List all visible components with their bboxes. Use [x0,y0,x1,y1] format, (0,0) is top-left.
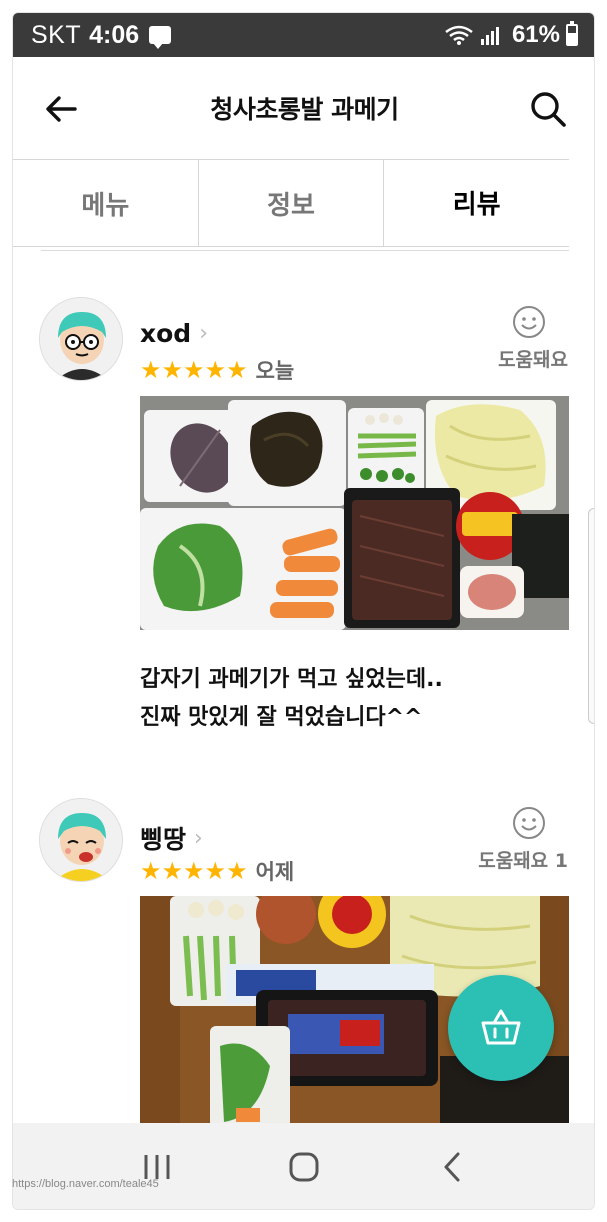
avatar-illustration [40,298,122,380]
star-icon: ★ [204,356,227,384]
tab-info[interactable]: 정보 [198,160,385,246]
review-date: 오늘 [255,359,295,383]
shopping-basket-icon [481,1009,521,1045]
chat-icon [149,26,172,49]
status-bar: SKT 4:06 61% [13,13,594,57]
arrow-left-icon [46,96,77,122]
helpful-label: 도움돼요 [498,349,568,371]
recent-apps-icon [144,1155,170,1179]
review-text: 갑자기 과메기가 먹고 싶었는데.. 진짜 맛있게 잘 먹었습니다^^ [140,667,443,730]
tab-menu[interactable]: 메뉴 [13,160,199,246]
star-icon: ★ [140,857,162,885]
rating: ★ ★ ★ ★ ★ 오늘 [140,355,294,385]
system-back-button[interactable] [432,1147,472,1187]
star-icon: ★ [183,356,205,384]
star-icon: ★ [226,356,248,384]
divider [41,250,569,251]
clock: 4:06 [89,20,140,49]
star-icon: ★ [183,857,205,885]
tab-reviews[interactable]: 리뷰 [384,160,570,246]
reviewer-name-text: 삥땅 [140,825,187,854]
battery-icon [566,21,578,46]
system-nav-bar [13,1123,594,1209]
helpful-button[interactable]: 도움돼요 1 [478,806,568,873]
rating: ★ ★ ★ ★ ★ 어제 [140,856,294,886]
star-icon: ★ [140,356,162,384]
smile-icon [513,306,545,338]
signal-icon [480,24,502,46]
star-icon: ★ [161,356,184,384]
chevron-right-icon: › [194,825,203,851]
edge-panel-handle[interactable] [588,508,594,724]
food-photo [140,396,569,630]
cart-button[interactable] [448,975,554,1081]
battery-percent: 61% [511,21,560,48]
app-header: 청사초롱발 과메기 [13,57,594,159]
star-icon: ★ [161,857,184,885]
avatar[interactable] [39,297,123,381]
back-button[interactable] [43,91,79,127]
tab-bar: 메뉴 정보 리뷰 [13,159,570,247]
smile-icon [513,807,545,839]
home-icon [289,1152,319,1182]
reviewer-name[interactable]: xod › [140,319,208,348]
search-icon [531,92,566,127]
star-icon: ★ [226,857,248,885]
home-button[interactable] [284,1147,324,1187]
avatar[interactable] [39,798,123,882]
review-photo[interactable] [140,396,569,630]
reviewer-name-text: xod [140,319,192,348]
reviewer-name[interactable]: 삥땅 › [140,820,203,856]
back-icon [444,1152,460,1182]
phone-screen: SKT 4:06 61% 청사초롱발 과메기 메뉴 정보 리뷰 xod › ★ … [12,12,595,1210]
helpful-button[interactable]: 도움돼요 [498,305,568,372]
star-icon: ★ [204,857,227,885]
page-title: 청사초롱발 과메기 [210,95,399,124]
watermark: https://blog.naver.com/teale45 [12,1178,159,1190]
review-date: 어제 [255,860,295,884]
carrier-label: SKT [31,20,82,49]
chevron-right-icon: › [199,321,209,346]
helpful-label: 도움돼요 1 [478,850,568,872]
wifi-icon [444,24,474,46]
search-button[interactable] [528,89,568,129]
avatar-illustration [40,799,122,881]
